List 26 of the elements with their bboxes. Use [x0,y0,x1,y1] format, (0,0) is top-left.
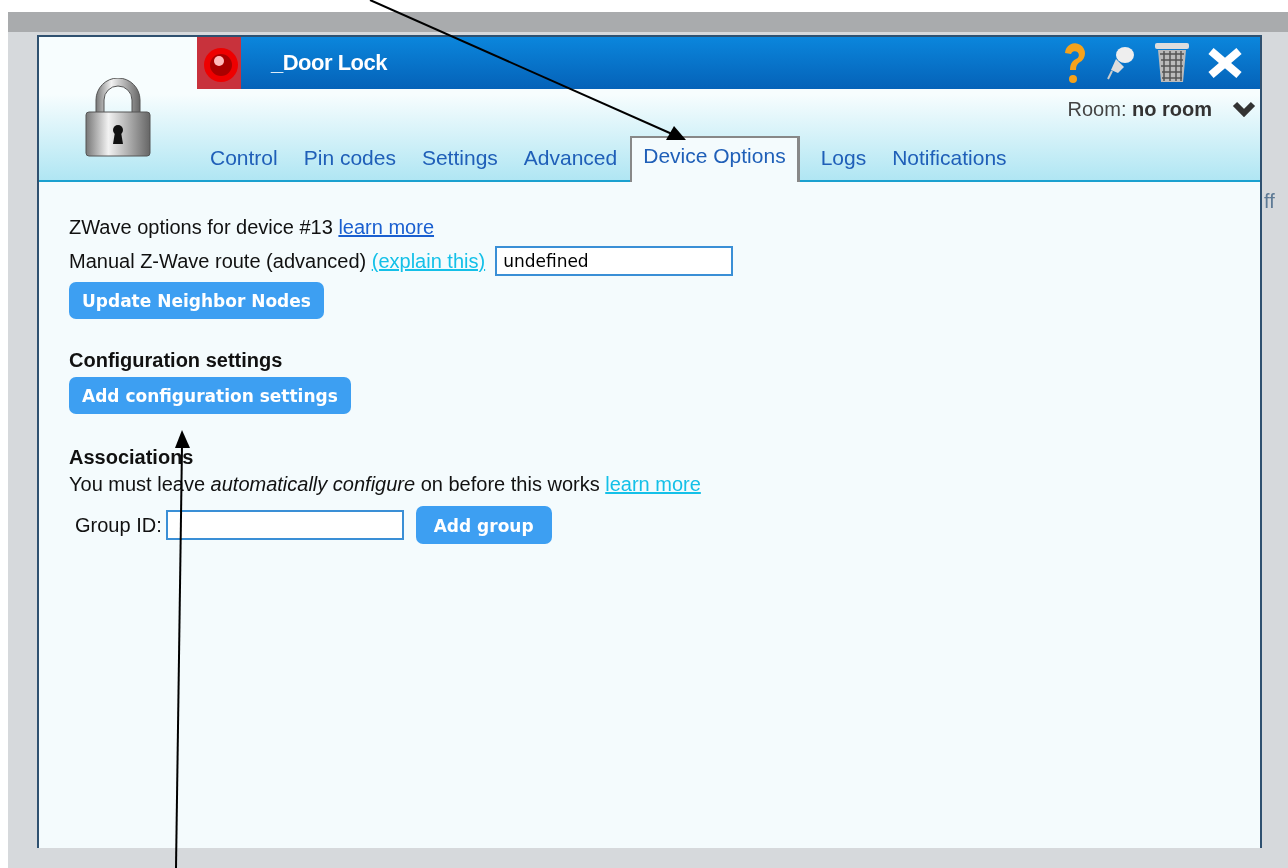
help-icon[interactable] [1062,41,1088,85]
background-text: ff [1264,190,1276,213]
trash-icon[interactable] [1154,42,1190,84]
close-icon[interactable] [1208,48,1242,78]
tab[interactable]: Advanced [510,144,631,182]
section-heading: Configuration settings [69,348,283,373]
add-group-button[interactable]: Add group [415,506,552,544]
add-configuration-button[interactable]: Add configuration settings [69,377,351,414]
learn-more-link[interactable]: learn more [338,216,434,238]
room-label: Room: no room [1067,97,1212,121]
padlock-icon [82,77,154,160]
tab[interactable]: Notifications [879,144,1020,182]
window-title: _Door Lock [271,50,389,76]
tab[interactable]: Logs [807,144,880,182]
update-neighbor-nodes-button[interactable]: Update Neighbor Nodes [69,282,324,319]
chevron-down-icon[interactable] [1232,101,1256,117]
group-id-field[interactable] [165,510,404,540]
status-light-icon [197,37,241,89]
tab[interactable]: Settings [408,144,511,182]
route-label: Manual Z-Wave route (advanced) (explain this) [69,249,486,274]
group-id-label: Group ID: [75,513,162,537]
device-options-text: ZWave options for device #13 learn more [69,215,434,240]
tab[interactable]: Device Options [630,136,800,182]
tab[interactable]: Pin codes [290,144,409,182]
tab[interactable]: Control [197,144,291,182]
route-field[interactable]: undefined [495,246,734,276]
